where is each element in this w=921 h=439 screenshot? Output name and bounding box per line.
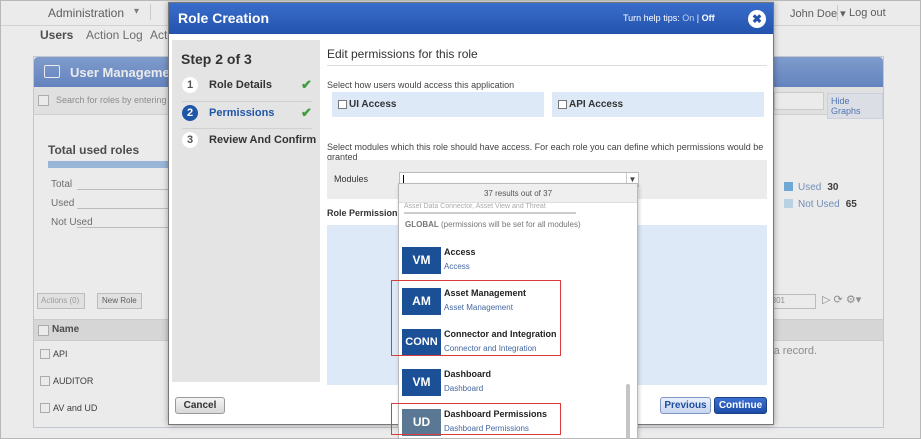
ui-access-option[interactable]: UI Access [332, 92, 544, 117]
access-question: Select how users would access this appli… [327, 80, 515, 90]
step-review-confirm[interactable]: 3 Review And Confirm [172, 128, 320, 154]
step-permissions[interactable]: 2 Permissions ✔ [172, 101, 320, 127]
help-off-link[interactable]: Off [702, 13, 715, 23]
step-role-details[interactable]: 1 Role Details ✔ [172, 73, 320, 99]
step-title: Step 2 of 3 [181, 51, 252, 67]
module-option-asset-management[interactable]: AM Asset Management Asset Management [401, 284, 626, 322]
module-badge: VM [402, 247, 441, 274]
checkmark-icon: ✔ [301, 105, 312, 120]
clipped-item-text: Asset Data Connector, Asset View and Thr… [404, 202, 576, 214]
module-badge: VM [402, 369, 441, 396]
close-icon[interactable]: ✖ [748, 10, 766, 28]
form-heading: Edit permissions for this role [327, 47, 478, 61]
module-option-dashboard[interactable]: VM Dashboard Dashboard [401, 365, 626, 403]
checkmark-icon: ✔ [301, 77, 312, 92]
module-option-access[interactable]: VM Access Access [401, 243, 626, 281]
modules-dropdown: 37 results out of 37 Asset Data Connecto… [398, 183, 638, 439]
role-permissions-heading: Role Permissions [327, 208, 403, 218]
wizard-steps: Step 2 of 3 1 Role Details ✔ 2 Permissio… [172, 40, 320, 382]
api-access-option[interactable]: API Access [552, 92, 764, 117]
module-badge: CONN [402, 329, 441, 356]
module-option-dashboard-permissions[interactable]: UD Dashboard Permissions Dashboard Permi… [401, 405, 626, 438]
divider [327, 65, 767, 66]
module-badge: UD [402, 409, 441, 436]
dialog-header: Role Creation Turn help tips: On | Off ✖ [169, 3, 773, 34]
api-access-checkbox[interactable] [558, 100, 567, 109]
continue-button[interactable]: Continue [714, 397, 767, 414]
modules-label: Modules [334, 174, 369, 184]
modules-instruction: Select modules which this role should ha… [327, 142, 764, 162]
module-badge: AM [402, 288, 441, 315]
group-title: GLOBAL (permissions will be set for all … [405, 220, 581, 229]
results-count: 37 results out of 37 [399, 184, 637, 203]
help-on-link[interactable]: On [682, 13, 694, 23]
module-option-connector-integration[interactable]: CONN Connector and Integration Connector… [401, 325, 626, 363]
help-tips-toggle: Turn help tips: On | Off [623, 13, 715, 23]
cancel-button[interactable]: Cancel [175, 397, 225, 414]
ui-access-checkbox[interactable] [338, 100, 347, 109]
dialog-title: Role Creation [178, 10, 270, 26]
dropdown-scrollbar[interactable] [626, 384, 630, 438]
previous-button[interactable]: Previous [660, 397, 711, 414]
